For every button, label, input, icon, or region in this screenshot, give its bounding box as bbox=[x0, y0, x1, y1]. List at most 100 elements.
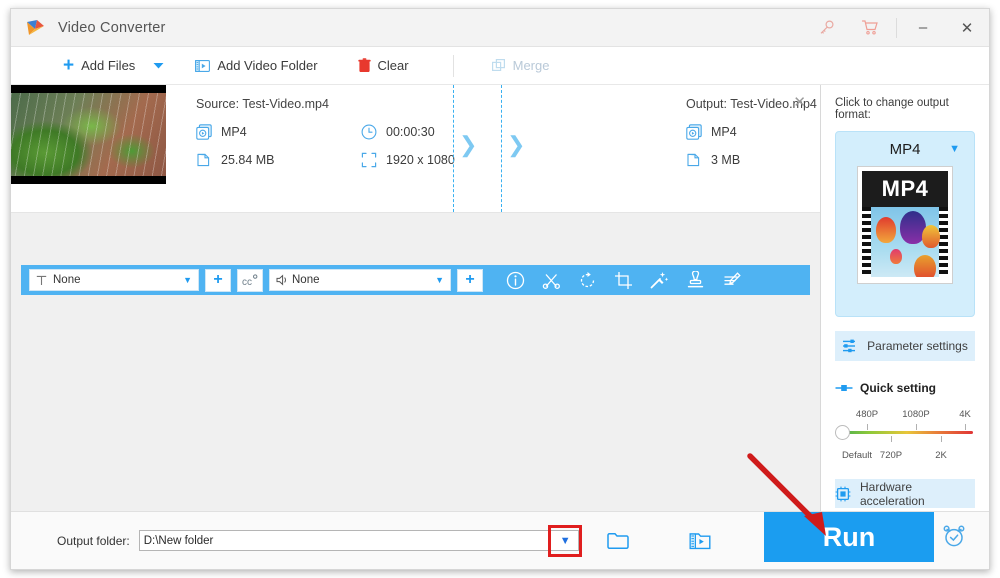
subtitle-edit-icon[interactable] bbox=[721, 270, 741, 290]
minimize-button[interactable]: – bbox=[901, 9, 945, 46]
balloon-1 bbox=[876, 217, 896, 243]
source-format: MP4 bbox=[196, 124, 361, 140]
key-icon[interactable] bbox=[804, 9, 848, 46]
format-thumbnail: MP4 bbox=[857, 166, 953, 284]
output-preview-icon[interactable] bbox=[689, 531, 711, 551]
slider-label-720p: 720P bbox=[879, 450, 903, 461]
audio-track-select[interactable]: None ▼ bbox=[269, 269, 451, 291]
slider-label-2k: 2K bbox=[935, 450, 947, 461]
slider-tick-4k bbox=[965, 424, 966, 430]
slider-tick-2k bbox=[941, 436, 942, 442]
output-format-value: MP4 bbox=[711, 125, 737, 139]
add-subtitle-button[interactable]: + bbox=[205, 268, 231, 292]
add-files-label: Add Files bbox=[81, 58, 136, 73]
slider-tick-720p bbox=[891, 436, 892, 442]
cart-icon[interactable] bbox=[848, 9, 892, 46]
chevron-2-icon: ❯ bbox=[507, 132, 526, 157]
format-prompt: Click to change output format: bbox=[835, 97, 949, 121]
output-folder-path: D:\New folder bbox=[143, 534, 214, 547]
remove-item-button[interactable]: ✕ bbox=[793, 95, 806, 110]
title-bar-actions: – ✕ bbox=[804, 9, 989, 46]
separator-line-2 bbox=[501, 85, 502, 212]
output-folder-input[interactable]: D:\New folder ▼ bbox=[138, 525, 582, 557]
resolution-icon bbox=[361, 152, 377, 168]
subtitle-text-icon bbox=[36, 275, 47, 286]
plus-icon: + bbox=[63, 55, 75, 76]
add-files-dropdown[interactable] bbox=[145, 47, 171, 84]
source-format-value: MP4 bbox=[221, 125, 247, 139]
annotation-highlight-box bbox=[547, 525, 582, 557]
slider-label-4k: 4K bbox=[959, 409, 971, 420]
add-video-folder-label: Add Video Folder bbox=[217, 58, 318, 73]
add-video-folder-button[interactable]: Add Video Folder bbox=[185, 47, 327, 84]
output-folder-label: Output folder: bbox=[57, 533, 130, 548]
slider-tick-1080p bbox=[916, 424, 917, 430]
balloon-3 bbox=[922, 225, 940, 248]
output-size-value: 3 MB bbox=[711, 153, 741, 167]
slider-label-1080p: 1080P bbox=[902, 409, 930, 420]
file-icon bbox=[196, 152, 212, 168]
clock-icon bbox=[361, 124, 377, 140]
chevron-down-icon: ▼ bbox=[435, 275, 444, 285]
source-size: 25.84 MB bbox=[196, 152, 361, 168]
parameter-settings-label: Parameter settings bbox=[867, 339, 968, 353]
output-format-selector[interactable]: MP4 ▼ MP4 bbox=[835, 131, 975, 317]
app-root: Video Converter – ✕ + Add Files Add Vide… bbox=[0, 0, 1000, 578]
chevron-down-icon[interactable]: ▼ bbox=[949, 143, 960, 155]
cut-icon[interactable] bbox=[541, 270, 561, 290]
quality-slider[interactable]: 480P 1080P 4K Default 720P 2K bbox=[835, 409, 975, 461]
conversion-item-row: Source: Test-Video.mp4 MP4 00:00:30 25.8… bbox=[11, 85, 926, 213]
open-folder-icon[interactable] bbox=[606, 532, 629, 550]
format-name: MP4 bbox=[889, 140, 921, 158]
source-duration-value: 00:00:30 bbox=[386, 125, 435, 139]
rotate-icon[interactable] bbox=[577, 270, 597, 290]
quick-setting-label: Quick setting bbox=[860, 381, 937, 395]
add-files-button[interactable]: + Add Files bbox=[53, 47, 145, 84]
video-thumbnail[interactable] bbox=[11, 85, 166, 184]
info-icon[interactable] bbox=[505, 270, 525, 290]
closed-caption-button[interactable]: cc bbox=[237, 268, 263, 292]
format-thumb-image bbox=[862, 207, 948, 277]
app-title: Video Converter bbox=[58, 19, 166, 36]
source-size-value: 25.84 MB bbox=[221, 153, 275, 167]
slider-tick-480p bbox=[867, 424, 868, 430]
filmstrip-right bbox=[939, 207, 948, 277]
add-audio-button[interactable]: + bbox=[457, 268, 483, 292]
merge-label: Merge bbox=[512, 58, 550, 73]
chevron-1-icon: ❯ bbox=[459, 132, 478, 157]
clear-button[interactable]: Clear bbox=[348, 47, 419, 84]
subtitle-value: None bbox=[53, 274, 81, 286]
slider-handle[interactable] bbox=[835, 425, 850, 440]
watermark-icon[interactable] bbox=[685, 270, 705, 290]
hardware-acceleration-label: Hardware acceleration bbox=[860, 479, 925, 508]
balloon-4 bbox=[890, 249, 902, 264]
slider-label-default: Default bbox=[841, 450, 873, 461]
slider-label-480p: 480P bbox=[855, 409, 879, 420]
subtitle-select[interactable]: None ▼ bbox=[29, 269, 199, 291]
speaker-icon bbox=[276, 274, 290, 286]
thumbnail-rain-overlay bbox=[11, 93, 166, 176]
close-button[interactable]: ✕ bbox=[945, 9, 989, 46]
merge-button[interactable]: Merge bbox=[482, 47, 560, 84]
parameter-settings-button[interactable]: Parameter settings bbox=[835, 331, 975, 361]
slider-top-labels: 480P 1080P 4K bbox=[835, 409, 975, 422]
clear-label: Clear bbox=[377, 58, 409, 73]
trash-icon bbox=[357, 58, 371, 73]
balloon-5 bbox=[914, 255, 936, 277]
sliders-icon bbox=[842, 339, 858, 353]
alarm-clock-icon[interactable] bbox=[941, 523, 967, 549]
toolbar-divider bbox=[452, 54, 454, 77]
hardware-acceleration-button[interactable]: Hardware acceleration bbox=[835, 479, 975, 508]
effect-icon[interactable] bbox=[649, 270, 669, 290]
item-action-bar: None ▼ + cc None ▼ + bbox=[21, 265, 810, 295]
file-icon bbox=[686, 152, 702, 168]
title-bar-divider bbox=[896, 17, 897, 38]
video-folder-icon bbox=[195, 59, 211, 73]
merge-icon bbox=[491, 58, 506, 73]
run-button[interactable]: Run bbox=[764, 512, 934, 562]
app-logo bbox=[24, 17, 46, 39]
edit-tools bbox=[505, 270, 741, 290]
crop-icon[interactable] bbox=[613, 270, 633, 290]
main-body: Source: Test-Video.mp4 MP4 00:00:30 25.8… bbox=[11, 85, 989, 569]
slider-track[interactable] bbox=[841, 431, 973, 434]
